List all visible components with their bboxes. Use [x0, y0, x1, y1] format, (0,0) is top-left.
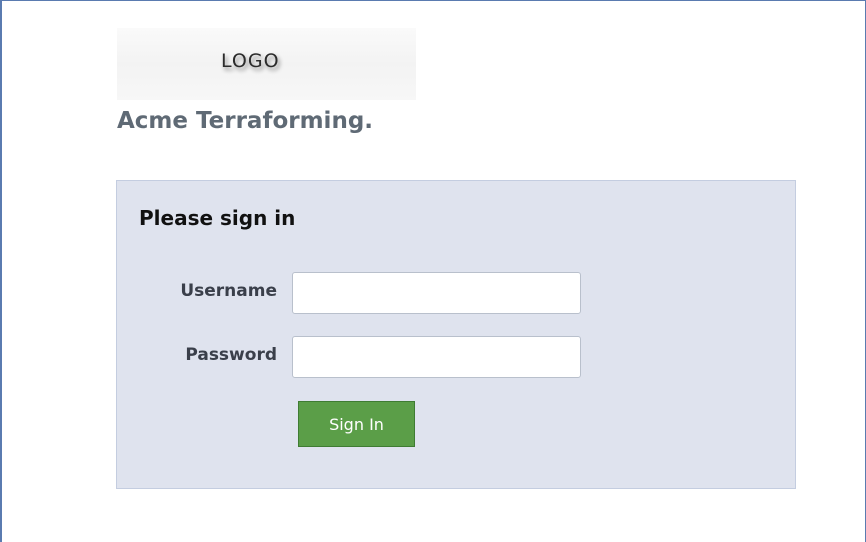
company-name: Acme Terraforming.: [117, 108, 374, 134]
username-label: Username: [180, 281, 277, 301]
logo: LOGO: [117, 28, 416, 100]
sign-in-button[interactable]: Sign In: [298, 401, 415, 447]
username-input[interactable]: [292, 272, 581, 314]
logo-text: LOGO: [221, 50, 280, 72]
signin-title: Please sign in: [139, 206, 296, 230]
signin-panel: Please sign in Username Password Sign In: [116, 180, 796, 489]
password-input[interactable]: [292, 336, 581, 378]
password-label: Password: [185, 345, 277, 365]
